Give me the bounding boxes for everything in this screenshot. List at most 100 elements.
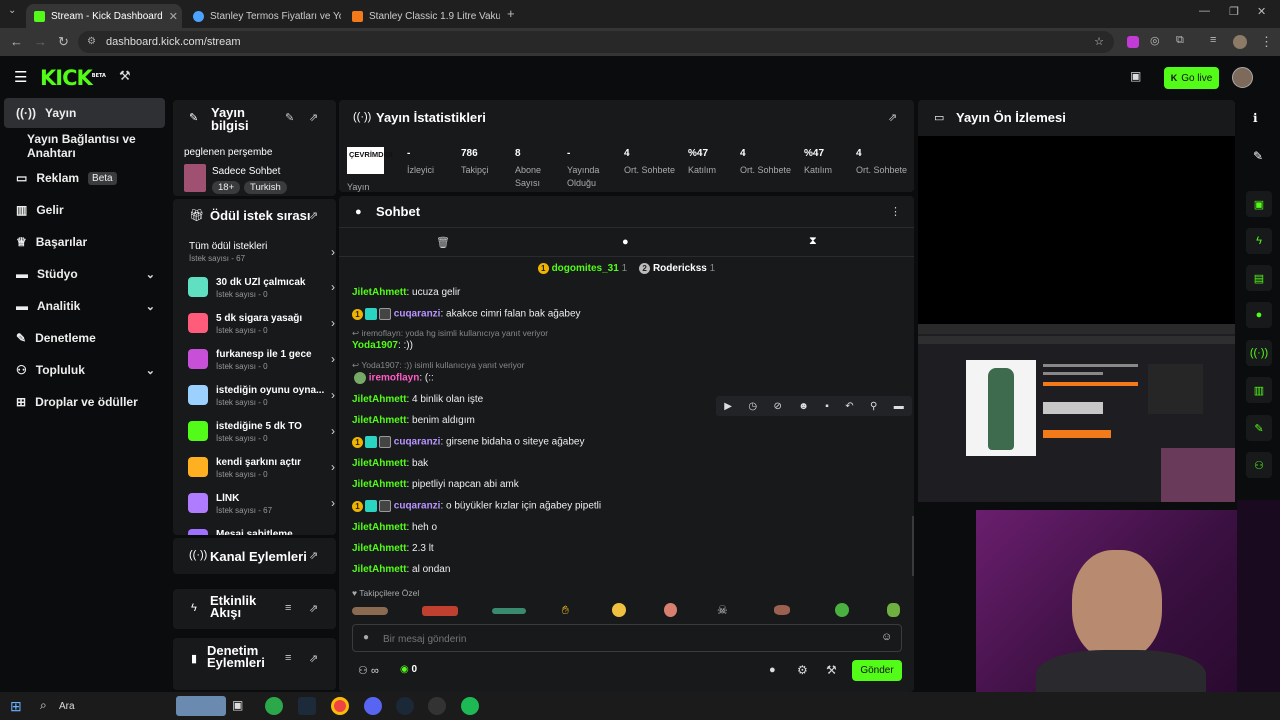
timeout-clock-icon[interactable]: ◷	[748, 401, 757, 412]
nav-item-droplar[interactable]: ⊞ Droplar ve ödüller	[4, 387, 165, 417]
chat-username[interactable]: JiletAhmett	[352, 287, 406, 298]
chat-username[interactable]: JiletAhmett	[352, 522, 406, 533]
popout-icon[interactable]: ⇗	[309, 549, 318, 562]
nav-item-analitik[interactable]: ▬ Analitik ⌄	[4, 291, 165, 321]
nav-item-studyo[interactable]: ▬ Stüdyo ⌄	[4, 259, 165, 289]
chat-message[interactable]: JiletAhmett: ucuza gelir	[352, 287, 460, 298]
nav-item-denetleme[interactable]: ✎ Denetleme	[4, 323, 165, 353]
chat-message[interactable]: JiletAhmett: al ondan	[352, 564, 450, 575]
reload-icon[interactable]: ↻	[58, 34, 69, 50]
preview-video[interactable]	[918, 324, 1235, 502]
chat-message[interactable]: JiletAhmett: 4 binlik olan işte	[352, 394, 483, 405]
chat-username[interactable]: JiletAhmett	[352, 543, 406, 554]
reward-row[interactable]: 30 dk UZİ çalmıcak İstek sayısı - 0 ›	[183, 275, 335, 305]
chat-message[interactable]: Yoda1907: :))	[352, 340, 413, 351]
tab-stanley-termos[interactable]: Stanley Termos Fiyatları ve Yoru ✕	[185, 4, 341, 28]
app-icon-green[interactable]	[265, 697, 283, 715]
window-close-icon[interactable]: ✕	[1257, 5, 1266, 18]
chat-username[interactable]: JiletAhmett	[352, 458, 406, 469]
ban-icon[interactable]: ⊘	[773, 401, 781, 412]
chat-username[interactable]: cuqaranzi	[394, 501, 441, 512]
emote-icon[interactable]	[835, 603, 849, 617]
kebab-menu-icon[interactable]: ⋮	[1260, 34, 1273, 50]
emote-icon[interactable]	[774, 605, 790, 615]
reward-row[interactable]: furkanesp ile 1 gece İstek sayısı - 0 ›	[183, 347, 335, 377]
nav-item-gelir[interactable]: ▥ Gelir	[4, 195, 165, 225]
popout-icon[interactable]: ⇗	[309, 111, 318, 124]
minimize-icon[interactable]: —	[1199, 5, 1210, 17]
forward-icon[interactable]: →	[34, 34, 47, 49]
new-tab-icon[interactable]: +	[507, 6, 515, 21]
edit-pencil-icon[interactable]: ✎	[285, 111, 294, 124]
chat-username[interactable]: JiletAhmett	[352, 415, 406, 426]
url-field[interactable]: ⚙ dashboard.kick.com/stream ☆	[78, 31, 1114, 53]
tools-icon[interactable]: ⚒	[119, 68, 131, 84]
chat-username[interactable]: JiletAhmett	[352, 394, 406, 405]
chat-message[interactable]: iremoflayn: (::	[352, 372, 434, 384]
broadcast-tool-icon[interactable]: ((·))	[1246, 340, 1272, 366]
pin-icon[interactable]: ⚲	[870, 401, 877, 412]
bookmark-star-icon[interactable]: ☆	[1094, 31, 1104, 53]
windows-start-icon[interactable]: ⊞	[10, 698, 22, 715]
trash-icon[interactable]: 🗑︎	[436, 236, 450, 249]
gifter-2[interactable]: 2 Roderickss 1	[639, 263, 715, 278]
menu-lines-icon[interactable]: ≡	[1210, 34, 1216, 46]
extension-icon[interactable]	[1127, 36, 1139, 48]
tab-kick-dashboard[interactable]: Stream - Kick Dashboard ✕	[26, 4, 182, 28]
reward-row[interactable]: istediğin oyunu oyna... İstek sayısı - 0 ›	[183, 383, 335, 413]
wrench-tool-icon[interactable]: ✎	[1246, 415, 1272, 441]
profile-avatar[interactable]	[1233, 35, 1247, 49]
reward-row[interactable]: istediğine 5 dk TO İstek sayısı - 0 ›	[183, 419, 335, 449]
reply-icon[interactable]: ↶	[845, 401, 853, 412]
emote-icon[interactable]	[664, 603, 677, 617]
edit-pencil-icon[interactable]: ✎	[1253, 149, 1263, 163]
popout-icon[interactable]: ⇗	[888, 111, 897, 124]
chat-username[interactable]: iremoflayn	[369, 373, 420, 384]
send-button[interactable]: Gönder	[852, 660, 902, 681]
steam-icon[interactable]	[396, 697, 414, 715]
chat-input[interactable]	[383, 630, 873, 648]
nav-item-topluluk[interactable]: ⚇ Topluluk ⌄	[4, 355, 165, 385]
gifter-1[interactable]: 1 dogomites_31 1	[537, 263, 627, 278]
emote-icon[interactable]: ✋︎	[562, 603, 569, 618]
spotify-icon[interactable]	[461, 697, 479, 715]
chat-username[interactable]: cuqaranzi	[394, 309, 441, 320]
list-tool-icon[interactable]: ▤	[1246, 265, 1272, 291]
tab-stanley-classic[interactable]: Stanley Classic 1.9 Litre Vakumlu ✕	[344, 4, 500, 28]
chat-message[interactable]: JiletAhmett: 2.3 lt	[352, 543, 434, 554]
extensions-puzzle-icon[interactable]: ⧉	[1176, 34, 1184, 47]
chrome-icon[interactable]	[331, 697, 349, 715]
emoji-icon[interactable]: ☺	[881, 631, 892, 643]
community-tool-icon[interactable]: ⚇	[1246, 452, 1272, 478]
layout-tool-icon[interactable]: ▥	[1246, 377, 1272, 403]
chat-bubble-icon[interactable]: ●	[622, 236, 629, 248]
chat-message[interactable]: JiletAhmett: benim aldıgım	[352, 415, 475, 426]
kebab-menu-icon[interactable]: ⋮	[890, 205, 901, 218]
discord-icon[interactable]	[364, 697, 382, 715]
app-icon-folder[interactable]	[298, 697, 316, 715]
chat-message[interactable]: JiletAhmett: bak	[352, 458, 428, 469]
chat-username[interactable]: JiletAhmett	[352, 564, 406, 575]
emote-icon[interactable]	[492, 608, 526, 614]
search-icon[interactable]: ⌕	[40, 698, 47, 713]
reward-row[interactable]: 5 dk sigara yasağı İstek sayısı - 0 ›	[183, 311, 335, 341]
hamburger-menu-icon[interactable]: ☰	[14, 68, 27, 86]
restore-icon[interactable]: ❐	[1229, 5, 1239, 18]
chat-bubble-icon[interactable]: ●	[769, 664, 776, 676]
chat-username[interactable]: JiletAhmett	[352, 479, 406, 490]
nav-item-basarilar[interactable]: ♕ Başarılar	[4, 227, 165, 257]
reward-row[interactable]: Mesaj sabitleme	[183, 527, 333, 535]
kick-logo[interactable]: KICKBETA	[40, 66, 106, 90]
channel-points[interactable]: ◉ 0	[400, 664, 417, 675]
filter-icon[interactable]: ≡	[285, 602, 291, 614]
nav-item-yayin[interactable]: ((·)) Yayın	[4, 98, 165, 128]
nav-item-yayin-baglantisi[interactable]: Yayın Bağlantısı ve Anahtarı	[4, 131, 165, 161]
chat-message[interactable]: JiletAhmett: pipetliyi napcan abi amk	[352, 479, 519, 490]
emote-icon[interactable]: ☠	[717, 603, 728, 617]
popout-icon[interactable]: ⇗	[309, 209, 318, 222]
go-live-button[interactable]: K Go live	[1164, 67, 1219, 89]
hourglass-icon[interactable]: ⧗	[809, 235, 817, 248]
popout-icon[interactable]: ⇗	[309, 652, 318, 665]
back-icon[interactable]: ←	[10, 34, 23, 49]
emote-icon[interactable]	[612, 603, 626, 617]
